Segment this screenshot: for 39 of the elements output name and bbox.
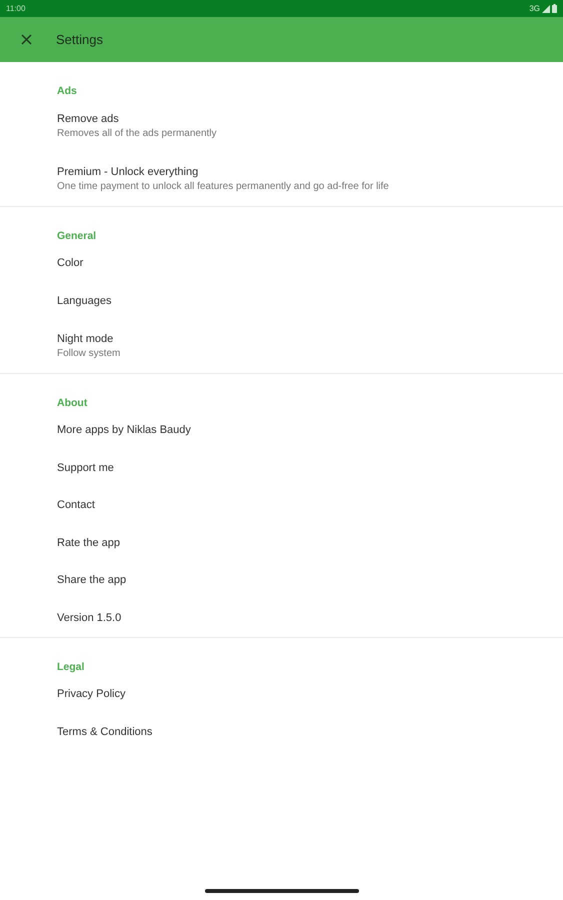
item-title: Privacy Policy	[57, 687, 126, 702]
settings-item[interactable]: Rate the app	[0, 524, 563, 562]
item-title: Version 1.5.0	[57, 610, 122, 626]
item-title: Terms & Conditions	[57, 724, 154, 740]
settings-item[interactable]: Remove ads Removes all of the ads permanently	[0, 100, 563, 153]
settings-item[interactable]: Languages	[0, 282, 563, 320]
signal-icon	[542, 4, 550, 12]
item-title: Support me	[57, 460, 115, 476]
section-header: General	[57, 230, 96, 242]
status-time: 11:00	[6, 2, 26, 14]
settings-item[interactable]: Support me	[0, 450, 563, 487]
item-title: Languages	[57, 294, 112, 309]
network-type: 3G	[529, 2, 540, 14]
settings-item[interactable]: Night mode Follow system	[0, 320, 563, 373]
settings-item[interactable]: Version 1.5.0	[0, 600, 563, 637]
item-title: Share the app	[57, 573, 128, 588]
settings-item[interactable]: Premium - Unlock everything One time payment to unlock all features permanently and go ad-free for life	[0, 153, 563, 206]
settings-item[interactable]: Color	[0, 245, 563, 282]
item-title: More apps by Niklas Baudy	[57, 423, 192, 438]
settings-item[interactable]: More apps by Niklas Baudy	[0, 412, 563, 450]
app-bar-title: Settings	[56, 30, 103, 49]
item-title: Night mode	[57, 332, 114, 347]
settings-item[interactable]: Contact	[0, 487, 563, 524]
section-header: Legal	[57, 661, 84, 673]
item-title: Color	[57, 256, 84, 272]
section-header: About	[57, 397, 88, 409]
section-header: Ads	[57, 85, 77, 97]
item-title: Premium - Unlock everything	[57, 165, 200, 180]
item-summary: Removes all of the ads permanently	[57, 127, 218, 141]
item-title: Remove ads	[57, 112, 120, 127]
close-icon	[20, 34, 32, 45]
settings-item[interactable]: Share the app	[0, 562, 563, 600]
item-summary: Follow system	[57, 347, 122, 361]
battery-icon	[552, 4, 557, 13]
item-summary: One time payment to unlock all features permanently and go ad-free for life	[57, 180, 390, 194]
settings-item[interactable]: Terms & Conditions	[0, 714, 563, 751]
settings-item[interactable]: Privacy Policy	[0, 676, 563, 714]
item-title: Rate the app	[57, 536, 121, 551]
item-title: Contact	[57, 498, 96, 514]
